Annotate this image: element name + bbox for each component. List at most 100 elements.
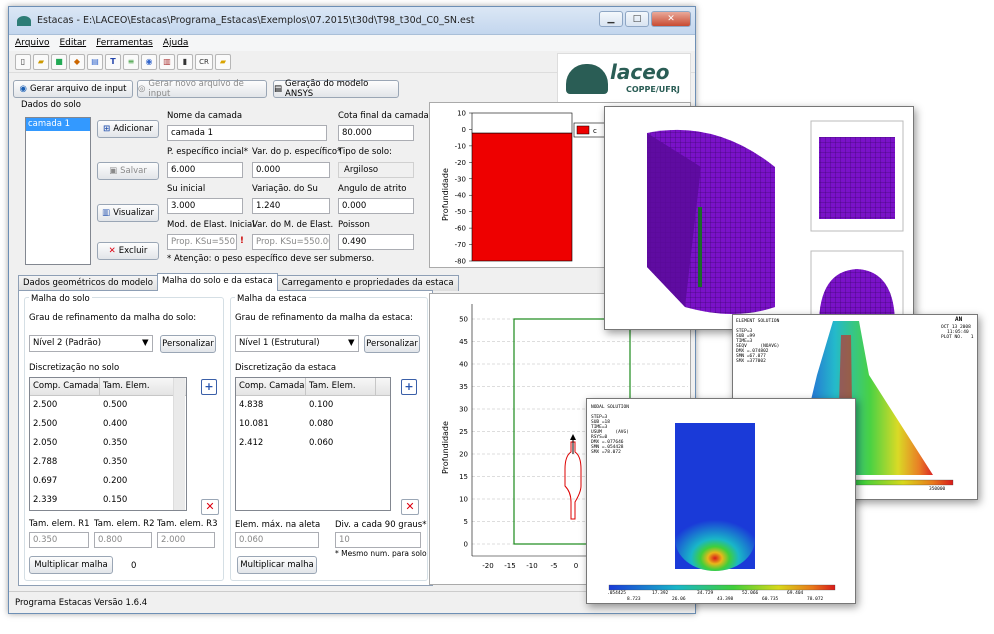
col-tam: Tam. Elem. (306, 378, 376, 395)
add-label: Adicionar (113, 124, 153, 134)
table-row[interactable]: 2.500 0.400 (30, 415, 186, 434)
menu-ajuda[interactable]: Ajuda (163, 38, 189, 48)
menu-arquivo[interactable]: Arquivo (15, 38, 49, 48)
scale-value: 17.392 (652, 591, 669, 596)
tab-loading[interactable]: Carregamento e propriedades da estaca (276, 275, 459, 291)
view-layer-button[interactable]: ▥ Visualizar (97, 204, 159, 222)
gen-ansys-button[interactable]: ▤ Geração do modelo ANSYS (273, 79, 399, 99)
plot-top-ytick: -50 (455, 208, 466, 216)
chart-icon[interactable]: ▥ (159, 53, 175, 70)
plot-bottom-xtick: -15 (504, 562, 515, 570)
var-mod-label: Var. do M. de Elast. (252, 220, 334, 230)
layer-name-label: Nome da camada (167, 111, 243, 121)
scale-value: 8.723 (627, 597, 641, 602)
cr-icon[interactable]: CR (195, 53, 213, 70)
tab-geometry[interactable]: Dados geométricos do modelo (18, 275, 158, 291)
gen-new-input-button[interactable]: ◎ Gerar novo arquivo de input (137, 79, 267, 99)
new-file-icon[interactable]: ▯ (15, 53, 31, 70)
pile-personalize-button[interactable]: Personalizar (364, 335, 420, 353)
table-row[interactable]: 2.050 0.350 (30, 434, 186, 453)
mod-field[interactable]: Prop. KSu=550.0 (167, 234, 237, 250)
pesp-field[interactable]: 6.000 (167, 162, 243, 178)
pile-refine-chevron-icon: ▼ (348, 338, 355, 348)
r2-label: Tam. elem. R2 (94, 519, 155, 529)
elem-max-field[interactable]: 0.060 (235, 532, 319, 548)
soil-type-field: Argiloso (338, 162, 414, 178)
text-icon[interactable]: T (105, 53, 121, 70)
var-mod-field[interactable]: Prop. KSu=550.000 (252, 234, 330, 250)
maximize-button[interactable]: □ (625, 11, 649, 27)
app-icon (17, 15, 31, 26)
pile-delete-row-icon[interactable]: ✕ (401, 499, 419, 515)
col-comp: Comp. Camada (30, 378, 100, 395)
table-row[interactable]: 2.788 0.350 (30, 453, 186, 472)
var-pesp-field[interactable]: 0.000 (252, 162, 330, 178)
soil-add-row-icon[interactable]: + (201, 379, 217, 395)
menu-ferramentas[interactable]: Ferramentas (96, 38, 153, 48)
pile-add-row-icon[interactable]: + (401, 379, 417, 395)
table-row[interactable]: 4.838 0.100 (236, 396, 390, 415)
export-icon[interactable]: ▤ (87, 53, 103, 70)
table-row[interactable]: 2.412 0.060 (236, 434, 390, 453)
layer-name-field[interactable]: camada 1 (167, 125, 327, 141)
soil-personalize-button[interactable]: Personalizar (160, 335, 216, 353)
menu-editar[interactable]: Editar (59, 38, 86, 48)
layers-icon[interactable]: ≡ (123, 53, 139, 70)
var-su-field[interactable]: 1.240 (252, 198, 330, 214)
r3-field[interactable]: 2.000 (157, 532, 215, 548)
soil-table-scrollbar[interactable] (173, 378, 185, 510)
plot-top-ytick: 0 (462, 126, 466, 134)
add-layer-button[interactable]: ⊞ Adicionar (97, 120, 159, 138)
cell-comp: 10.081 (239, 419, 269, 429)
table-row[interactable]: 2.500 0.500 (30, 396, 186, 415)
soil-refine-select[interactable]: Nível 2 (Padrão) (29, 335, 153, 352)
folder-icon[interactable]: ▰ (215, 53, 231, 70)
delete-layer-button[interactable]: ✕ Excluir (97, 242, 159, 260)
div-field[interactable]: 10 (335, 532, 421, 548)
plot-bottom-ylabel: Profundidade (441, 421, 450, 474)
atrito-label: Angulo de atrito (338, 184, 407, 194)
multiply-count: 0 (131, 561, 137, 571)
cell-comp: 2.412 (239, 438, 264, 448)
r1-field[interactable]: 0.350 (29, 532, 89, 548)
nodal-solution-svg (608, 423, 836, 591)
pile-multiply-button[interactable]: Multiplicar malha (237, 556, 317, 574)
plot-top-ytick: -20 (455, 159, 466, 167)
r2-field[interactable]: 0.800 (94, 532, 152, 548)
cell-comp: 0.697 (33, 476, 58, 486)
tab-mesh[interactable]: Malha do solo e da estaca (156, 273, 278, 291)
play-disabled-icon: ◎ (138, 84, 146, 94)
table-row[interactable]: 10.081 0.080 (236, 415, 390, 434)
open-file-icon[interactable]: ▰ (33, 53, 49, 70)
cell-comp: 2.050 (33, 438, 58, 448)
minimize-button[interactable]: ▁ (599, 11, 623, 27)
layer-list[interactable]: camada 1 (25, 117, 91, 265)
soil-delete-row-icon[interactable]: ✕ (201, 499, 219, 515)
pile-icon[interactable]: ▮ (177, 53, 193, 70)
mesh-tab-panel: Malha do solo Grau de refinamento da mal… (18, 290, 433, 586)
table-row[interactable]: 0.697 0.200 (30, 472, 186, 491)
close-button[interactable]: ✕ (651, 11, 691, 27)
save-layer-button[interactable]: ▣ Salvar (97, 162, 159, 180)
gen-input-label: Gerar arquivo de input (29, 84, 127, 94)
su-field[interactable]: 3.000 (167, 198, 243, 214)
gen-input-button[interactable]: ◉ Gerar arquivo de input (13, 80, 133, 98)
save-icon[interactable]: ■ (51, 53, 67, 70)
mesh-thumb-1-grid (819, 137, 895, 219)
pile-refine-select[interactable]: Nível 1 (Estrutural) (235, 335, 359, 352)
soil-mesh-title: Malha do solo (29, 294, 92, 304)
atrito-field[interactable]: 0.000 (338, 198, 414, 214)
layer-item[interactable]: camada 1 (26, 118, 90, 131)
table-row[interactable]: 2.339 0.150 (30, 491, 186, 510)
plot-bottom-xtick: -5 (551, 562, 558, 570)
view-icon[interactable]: ◉ (141, 53, 157, 70)
displacement-bulb (675, 507, 755, 571)
cota-field[interactable]: 80.000 (338, 125, 414, 141)
tab-strip: Dados geométricos do modelo Malha do sol… (18, 273, 459, 291)
logo-sub: COPPE/UFRJ (626, 85, 680, 94)
poisson-field[interactable]: 0.490 (338, 234, 414, 250)
soil-icon[interactable]: ◆ (69, 53, 85, 70)
plot-bottom-ytick: 35 (459, 383, 468, 391)
pile-disc-label: Discretização da estaca (235, 363, 337, 373)
soil-multiply-button[interactable]: Multiplicar malha (29, 556, 113, 574)
